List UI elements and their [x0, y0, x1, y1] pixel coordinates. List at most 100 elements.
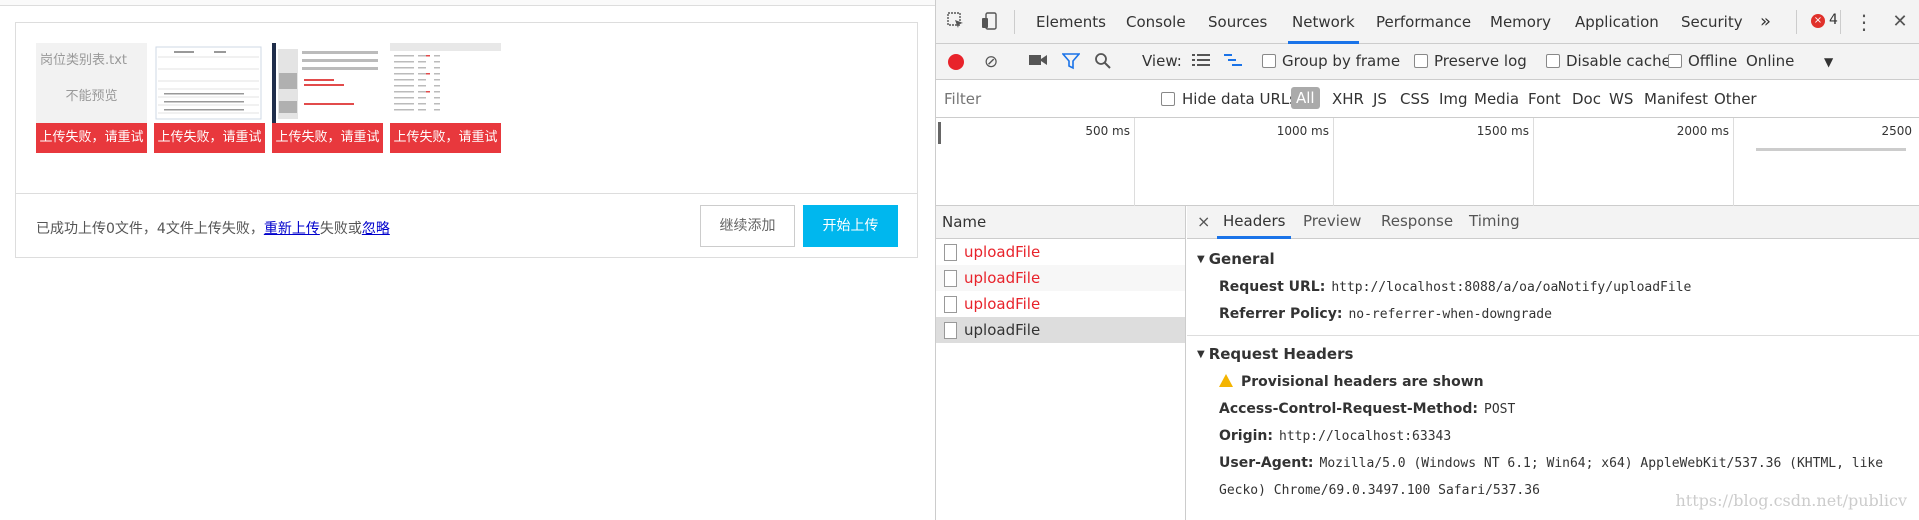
uploader-panel: 岗位类别表.txt 不能预览 上传失败，请重试 上传失败，请重试 上传失败，请重…: [15, 22, 918, 258]
filter-type-doc[interactable]: Doc: [1572, 90, 1601, 108]
filter-type-all[interactable]: All: [1291, 87, 1320, 109]
header-value: no-referrer-when-downgrade: [1348, 307, 1552, 322]
tab-sources[interactable]: Sources: [1208, 0, 1267, 44]
hide-data-urls-label: Hide data URLs: [1182, 90, 1298, 108]
preserve-log-checkbox[interactable]: [1414, 54, 1428, 68]
upload-error-badge: 上传失败，请重试: [36, 123, 147, 153]
view-label: View:: [1142, 52, 1182, 70]
timeline-label: 1000 ms: [1276, 124, 1329, 138]
throttle-select[interactable]: Online: [1746, 52, 1794, 70]
file-icon: [944, 296, 957, 313]
header-name: Referrer Policy:: [1219, 306, 1343, 322]
upload-error-badge: 上传失败，请重试: [390, 123, 501, 153]
disable-cache-checkbox[interactable]: [1546, 54, 1560, 68]
header-value: POST: [1484, 402, 1516, 417]
header-value: Gecko) Chrome/69.0.3497.100 Safari/537.3…: [1219, 483, 1540, 498]
acrm-row: Access-Control-Request-Method: POST: [1219, 401, 1515, 417]
offline-label: Offline: [1688, 52, 1738, 70]
upload-error-badge: 上传失败，请重试: [272, 123, 383, 153]
upload-status: 已成功上传0文件，4文件上传失败，重新上传失败或忽略: [36, 218, 390, 238]
clear-icon[interactable]: ⊘: [984, 52, 998, 72]
user-agent-row: User-Agent: Mozilla/5.0 (Windows NT 6.1; …: [1219, 455, 1883, 471]
section-title: General: [1208, 250, 1275, 268]
network-overview-timeline[interactable]: 500 ms 1000 ms 1500 ms 2000 ms 2500: [936, 118, 1919, 206]
tab-preview[interactable]: Preview: [1303, 206, 1361, 239]
preserve-log-label: Preserve log: [1434, 52, 1527, 70]
request-row[interactable]: uploadFile: [936, 291, 1185, 317]
tab-timing[interactable]: Timing: [1469, 206, 1520, 239]
timeline-label: 1500 ms: [1476, 124, 1529, 138]
chevron-down-icon[interactable]: ▼: [1824, 55, 1833, 69]
kebab-menu-icon[interactable]: ⋮: [1854, 12, 1874, 32]
filter-icon[interactable]: [1061, 52, 1081, 75]
inspect-element-icon[interactable]: [946, 12, 966, 32]
tab-elements[interactable]: Elements: [1036, 0, 1106, 44]
request-row-selected[interactable]: uploadFile: [936, 317, 1185, 343]
filter-type-css[interactable]: CSS: [1400, 90, 1430, 108]
device-toolbar-icon[interactable]: [980, 12, 1000, 32]
header-value: Mozilla/5.0 (Windows NT 6.1; Win64; x64)…: [1319, 456, 1884, 471]
search-icon[interactable]: [1094, 52, 1112, 75]
filter-type-other[interactable]: Other: [1714, 90, 1757, 108]
tab-memory[interactable]: Memory: [1490, 0, 1551, 44]
error-count: 4: [1829, 12, 1838, 28]
header-name: Request URL:: [1219, 279, 1326, 295]
filter-type-manifest[interactable]: Manifest: [1644, 90, 1708, 108]
warning-text: Provisional headers are shown: [1241, 374, 1484, 390]
filter-type-js[interactable]: JS: [1373, 90, 1387, 108]
devtools-panel: Elements Console Sources Network Perform…: [935, 0, 1919, 520]
ignore-link[interactable]: 忽略: [362, 221, 390, 237]
request-headers-section-header[interactable]: ▼ Request Headers: [1197, 345, 1353, 363]
file-thumbnail[interactable]: 岗位类别表.txt 不能预览 上传失败，请重试: [36, 43, 147, 153]
close-icon[interactable]: ✕: [1890, 12, 1910, 32]
tab-headers[interactable]: Headers: [1217, 206, 1292, 239]
filter-type-img[interactable]: Img: [1439, 90, 1468, 108]
tab-performance[interactable]: Performance: [1376, 0, 1471, 44]
file-name: 岗位类别表.txt: [40, 53, 128, 68]
group-by-frame-checkbox[interactable]: [1262, 54, 1276, 68]
large-rows-icon[interactable]: [1192, 52, 1210, 73]
name-column-header[interactable]: Name: [936, 206, 1185, 239]
general-section-header[interactable]: ▼ General: [1197, 250, 1275, 268]
tab-response[interactable]: Response: [1381, 206, 1453, 239]
retry-link[interactable]: 重新上传: [264, 221, 320, 237]
watermark: https://blog.csdn.net/publicv: [1675, 491, 1907, 510]
referrer-policy-row: Referrer Policy: no-referrer-when-downgra…: [1219, 306, 1552, 322]
tab-application[interactable]: Application: [1575, 0, 1659, 44]
continue-add-button[interactable]: 继续添加: [700, 205, 795, 247]
file-thumbnail[interactable]: 上传失败，请重试: [154, 43, 265, 153]
header-value: http://localhost:8088/a/oa/oaNotify/uplo…: [1331, 280, 1692, 295]
filter-type-media[interactable]: Media: [1474, 90, 1519, 108]
filter-type-xhr[interactable]: XHR: [1332, 90, 1364, 108]
timeline-label: 500 ms: [1085, 124, 1130, 138]
timeline-gridline: [1134, 118, 1135, 206]
header-name: Origin:: [1219, 428, 1273, 444]
page-top-border: [0, 0, 935, 6]
request-row[interactable]: uploadFile: [936, 265, 1185, 291]
request-name: uploadFile: [964, 295, 1041, 313]
tab-console[interactable]: Console: [1126, 0, 1186, 44]
request-row[interactable]: uploadFile: [936, 239, 1185, 265]
filter-type-font[interactable]: Font: [1528, 90, 1561, 108]
more-tabs-icon[interactable]: »: [1760, 0, 1771, 44]
file-thumbnail[interactable]: 上传失败，请重试: [390, 43, 501, 153]
waterfall-icon[interactable]: [1224, 52, 1242, 73]
filter-input[interactable]: [940, 86, 1150, 111]
header-name: User-Agent:: [1219, 455, 1314, 471]
devtools-tabbar: Elements Console Sources Network Perform…: [936, 0, 1919, 44]
screenshot-camera-icon[interactable]: [1028, 52, 1048, 73]
offline-checkbox[interactable]: [1668, 54, 1682, 68]
start-upload-button[interactable]: 开始上传: [803, 205, 898, 247]
request-list: Name uploadFile uploadFile uploadFile up…: [936, 206, 1186, 520]
file-icon: [944, 244, 957, 261]
request-url-row: Request URL: http://localhost:8088/a/oa/o…: [1219, 279, 1691, 295]
file-thumbnail[interactable]: 上传失败，请重试: [272, 43, 383, 153]
close-details-icon[interactable]: ×: [1197, 206, 1210, 239]
collapse-triangle-icon: ▼: [1197, 349, 1205, 360]
tab-network[interactable]: Network: [1288, 0, 1359, 44]
hide-data-urls-checkbox[interactable]: [1161, 92, 1175, 106]
error-count-badge[interactable]: × 4: [1811, 12, 1838, 28]
tab-security[interactable]: Security: [1681, 0, 1743, 44]
record-icon[interactable]: [948, 54, 964, 70]
filter-type-ws[interactable]: WS: [1609, 90, 1633, 108]
